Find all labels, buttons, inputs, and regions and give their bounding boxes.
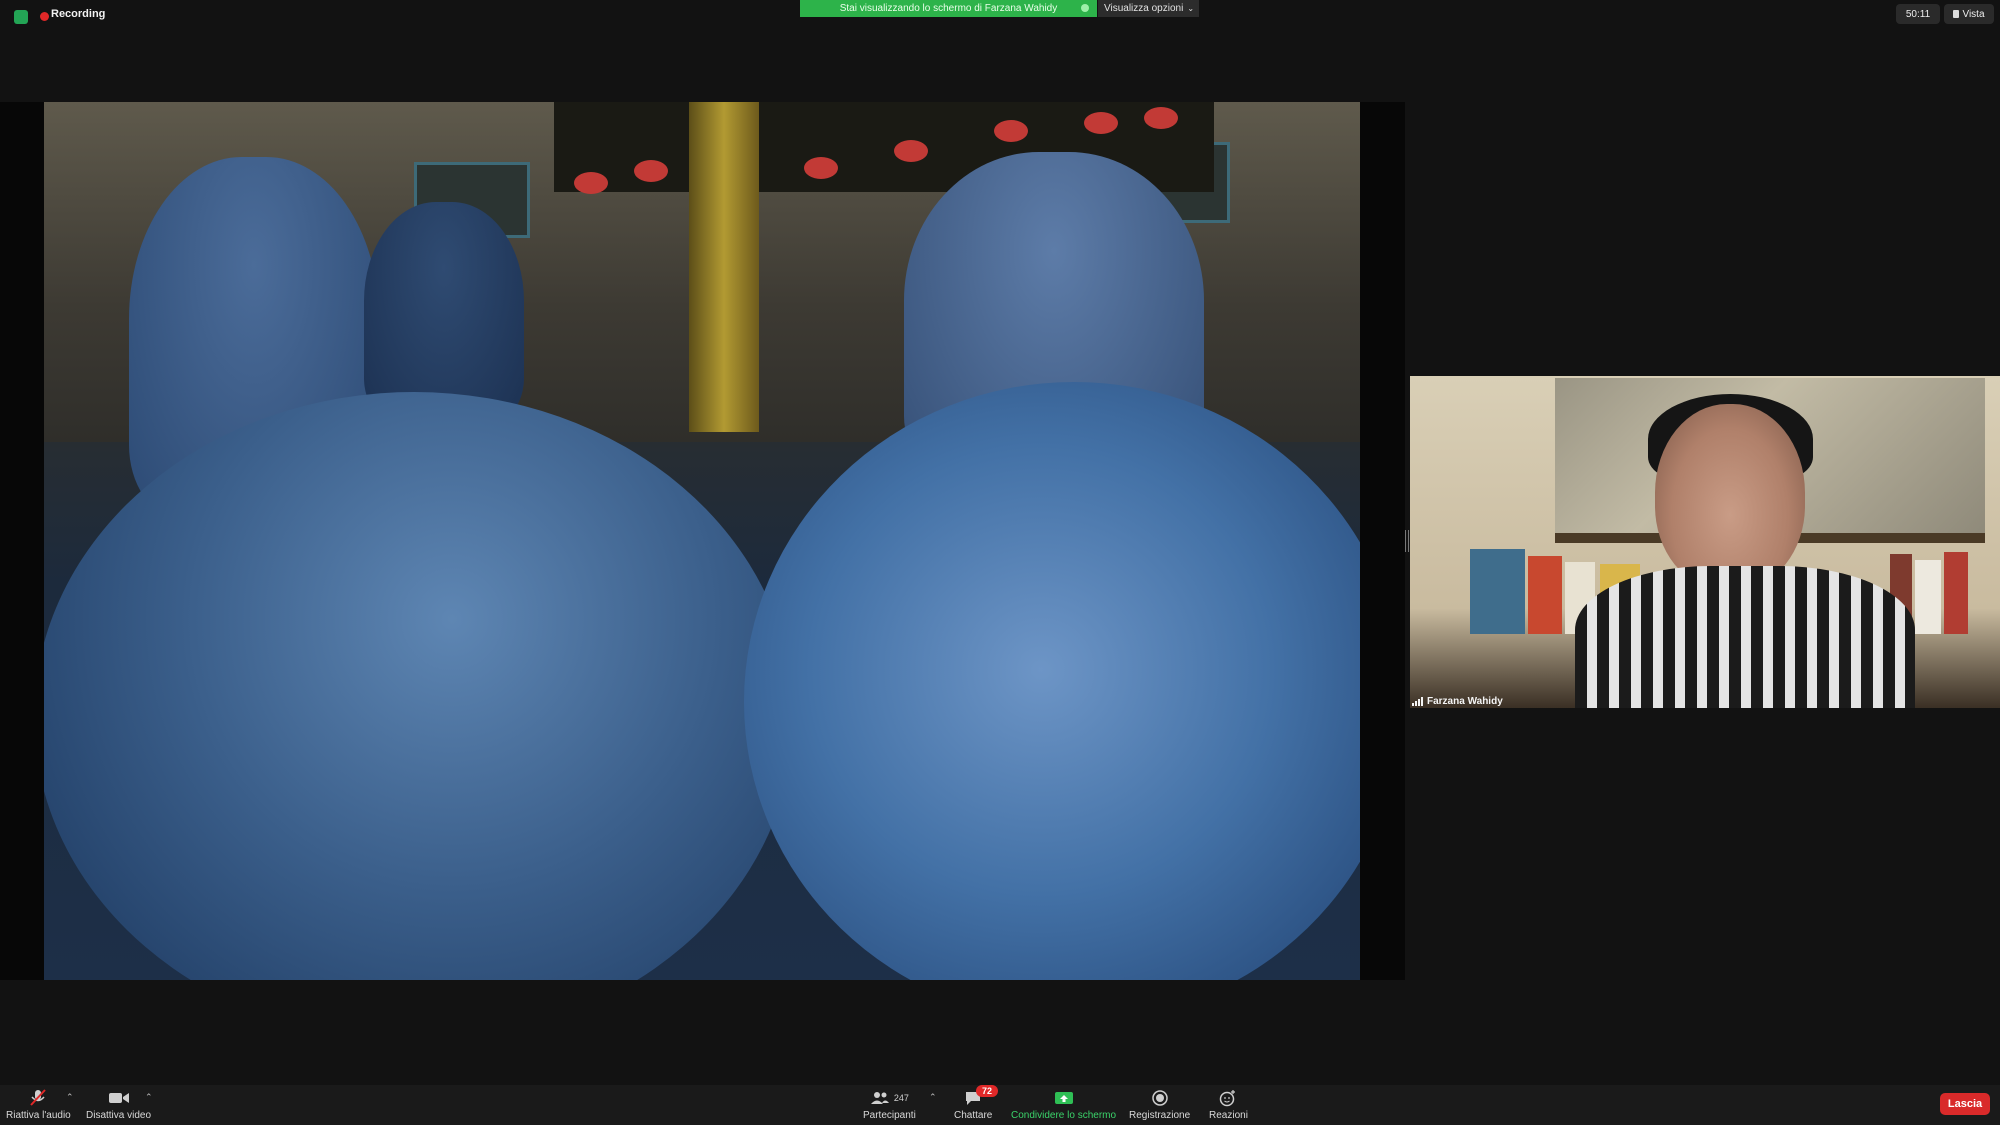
share-screen-label: Condividere lo schermo [1011,1110,1117,1121]
shared-photo [44,102,1360,980]
chat-label: Chattare [954,1110,993,1121]
meeting-timer: 50:11 [1896,4,1940,24]
photo-lamp [1084,112,1118,134]
emoji-smile-icon [1219,1088,1237,1108]
panel-splitter-handle[interactable] [1405,530,1409,552]
record-button[interactable]: Registrazione [1129,1088,1190,1121]
recording-label: Recording [51,8,106,20]
record-icon [1151,1088,1168,1108]
speaker-face [1655,404,1805,589]
participants-label: Partecipanti [863,1110,916,1121]
stop-video-label: Disattiva video [86,1110,152,1121]
view-options-label: Visualizza opzioni [1104,3,1184,14]
screen-share-banner: Stai visualizzando lo schermo di Farzana… [800,0,1097,17]
photo-lamp [634,160,668,182]
signal-strength-icon [1412,696,1423,706]
unmute-audio-button[interactable]: Riattiva l'audio [6,1088,71,1121]
book [1470,549,1525,634]
speaker-video-tile[interactable] [1410,376,2000,708]
speaker-name: Farzana Wahidy [1427,695,1503,707]
security-shield-icon[interactable] [14,10,28,24]
view-button[interactable]: Vista [1944,4,1994,24]
video-camera-icon [108,1088,130,1108]
view-options-button[interactable]: Visualizza opzioni ⌄ [1098,0,1199,17]
recording-dot-icon [40,12,49,21]
participants-options-chevron-icon[interactable]: ⌃ [929,1092,937,1103]
view-layout-icon [1953,10,1960,18]
share-banner-text: Stai visualizzando lo schermo di Farzana… [839,3,1058,14]
book [1528,556,1562,634]
speaker-body [1575,566,1915,708]
shared-screen [0,102,1405,980]
photo-lamp [894,140,928,162]
share-screen-icon [1054,1088,1074,1108]
leave-meeting-button[interactable]: Lascia [1940,1093,1990,1115]
participants-button[interactable]: 247 Partecipanti [863,1088,916,1121]
share-screen-button[interactable]: Condividere lo schermo [1011,1088,1116,1121]
reactions-label: Reazioni [1209,1110,1248,1121]
chevron-down-icon: ⌄ [1187,4,1195,13]
photo-figure [744,382,1360,980]
meeting-toolbar [0,1085,2000,1125]
reactions-button[interactable]: Reazioni [1209,1088,1248,1121]
participants-icon: 247 [870,1088,909,1108]
photo-lamp [1144,107,1178,129]
photo-figure [364,202,524,422]
photo-figure [44,392,794,980]
participants-count: 247 [893,1093,909,1103]
share-indicator-icon [1081,4,1089,12]
record-label: Registrazione [1129,1110,1191,1121]
video-options-chevron-icon[interactable]: ⌃ [145,1092,153,1103]
stop-video-button[interactable]: Disattiva video [86,1088,151,1121]
book [1944,552,1968,634]
photo-pole [689,102,759,432]
photo-lamp [804,157,838,179]
photo-lamp [994,120,1028,142]
photo-lamp [574,172,608,194]
audio-options-chevron-icon[interactable]: ⌃ [66,1092,74,1103]
speaker-name-tag: Farzana Wahidy [1410,693,1503,709]
book [1915,560,1941,634]
microphone-muted-icon [28,1088,48,1108]
view-label: Vista [1962,8,1985,20]
chat-unread-badge: 72 [976,1085,998,1097]
unmute-audio-label: Riattiva l'audio [6,1110,71,1121]
